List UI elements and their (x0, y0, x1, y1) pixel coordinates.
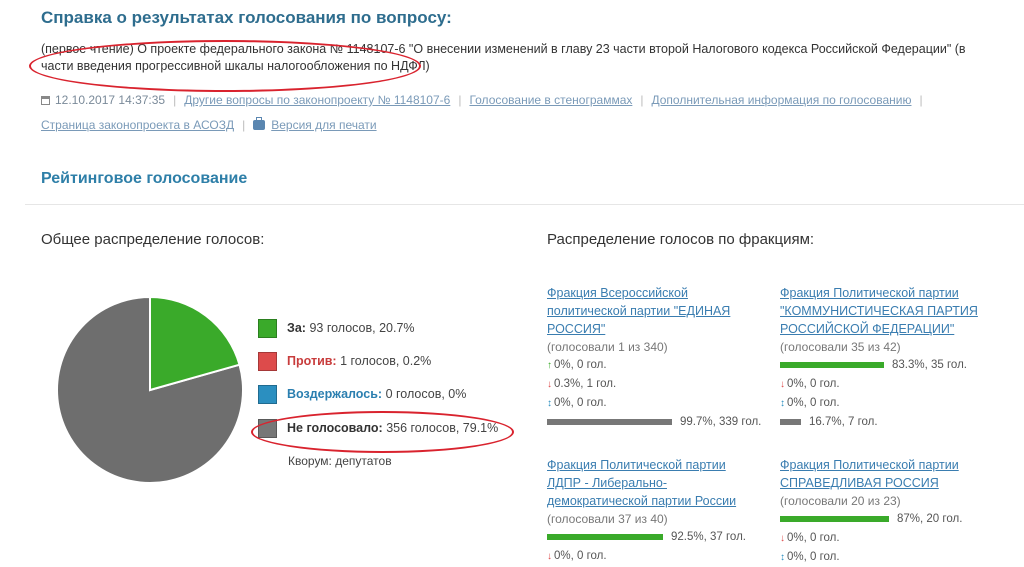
faction-voted-count: (голосовали 37 из 40) (547, 512, 668, 526)
faction-stat-arrow-icon: ↕ (780, 398, 785, 409)
faction-stat-row: 99.7%, 339 гол. (547, 413, 762, 432)
faction-stat-bar (780, 418, 801, 425)
faction-block: Фракция Политической партии "КОММУНИСТИЧ… (780, 284, 995, 432)
faction-stat-row: 16.7%, 7 гол. (780, 413, 995, 432)
faction-block: Фракция Политической партии СПРАВЕДЛИВАЯ… (780, 456, 995, 567)
faction-stat-row: 92.5%, 37 гол. (547, 528, 762, 547)
legend-item: Воздержалось: 0 голосов, 0% (258, 384, 467, 405)
faction-stat-text: 0%, 0 гол. (787, 378, 840, 390)
overall-pie-chart (56, 295, 244, 484)
faction-link[interactable]: Фракция Политической партии ЛДПР - Либер… (547, 456, 762, 510)
faction-stat-row: ↓ 0%, 0 гол. (780, 529, 995, 548)
legend-value: 0 голосов, 0% (385, 387, 467, 401)
faction-stat-row: 87%, 20 гол. (780, 510, 995, 529)
faction-stat-text: 0%, 0 гол. (787, 551, 840, 563)
faction-stat-bar (547, 418, 672, 425)
faction-link[interactable]: Фракция Всероссийской политической парти… (547, 284, 762, 338)
faction-stat-text: 0%, 0 гол. (554, 550, 607, 562)
print-version-link[interactable]: Версия для печати (271, 118, 376, 132)
rating-heading: Рейтинговое голосование (41, 170, 248, 187)
calendar-icon (41, 96, 50, 105)
legend-item: За: 93 голосов, 20.7% (258, 318, 415, 339)
faction-link[interactable]: Фракция Политической партии "КОММУНИСТИЧ… (780, 284, 995, 338)
faction-stat-text: 0.3%, 1 гол. (554, 378, 617, 390)
faction-stat-row: 83.3%, 35 гол. (780, 356, 995, 375)
legend-item: Против: 1 голосов, 0.2% (258, 351, 432, 372)
faction-voted-count: (голосовали 20 из 23) (780, 494, 901, 508)
faction-stat-row: ↕ 0%, 0 гол. (780, 394, 995, 413)
faction-stat-bar (780, 361, 884, 368)
divider (25, 204, 1024, 205)
faction-stat-row: ↕ 0%, 0 гол. (547, 394, 762, 413)
faction-block: Фракция Всероссийской политической парти… (547, 284, 762, 432)
transcripts-link[interactable]: Голосование в стенограммах (469, 93, 632, 107)
quorum-text: Кворум: депутатов (288, 454, 392, 468)
faction-link[interactable]: Фракция Политической партии СПРАВЕДЛИВАЯ… (780, 456, 995, 492)
faction-stat-arrow-icon: ↓ (780, 379, 785, 390)
faction-stat-arrow-icon: ↕ (780, 552, 785, 563)
faction-stat-text: 0%, 0 гол. (554, 397, 607, 409)
faction-stat-text: 83.3%, 35 гол. (892, 359, 967, 371)
faction-stat-text: 99.7%, 339 гол. (680, 416, 762, 428)
faction-stat-text: 0%, 0 гол. (787, 397, 840, 409)
faction-stat-row: ↓ 0%, 0 гол. (547, 547, 762, 566)
vote-datetime: 12.10.2017 14:37:35 (55, 93, 166, 107)
faction-stat-text: 0%, 0 гол. (554, 359, 607, 371)
legend-value: 1 голосов, 0.2% (340, 354, 432, 368)
faction-stat-row: ↓ 0.3%, 1 гол. (547, 375, 762, 394)
faction-stat-arrow-icon: ↓ (547, 551, 552, 562)
faction-stat-arrow-icon: ↓ (780, 533, 785, 544)
factions-heading: Распределение голосов по фракциям: (547, 231, 815, 248)
faction-stat-text: 92.5%, 37 гол. (671, 531, 746, 543)
legend-swatch (258, 352, 277, 372)
legend-label: Против: (287, 354, 337, 368)
faction-voted-count: (голосовали 35 из 42) (780, 340, 901, 354)
faction-voted-count: (голосовали 1 из 340) (547, 340, 668, 354)
legend-swatch (258, 319, 277, 339)
faction-block: Фракция Политической партии ЛДПР - Либер… (547, 456, 762, 566)
faction-stat-text: 87%, 20 гол. (897, 513, 963, 525)
asozd-link[interactable]: Страница законопроекта в АСОЗД (41, 118, 234, 132)
meta-links-row-1: 12.10.2017 14:37:35 | Другие вопросы по за… (41, 93, 931, 107)
faction-stat-row: ↕ 0%, 0 гол. (780, 548, 995, 567)
page-title: Справка о результатах голосования по воп… (41, 8, 452, 27)
faction-stat-arrow-icon: ↑ (547, 360, 552, 371)
faction-stat-bar (780, 515, 889, 522)
legend-label: Воздержалось: (287, 387, 383, 401)
not-voted-highlight-oval (251, 411, 514, 453)
description-highlight-oval (29, 40, 421, 92)
faction-stat-row: ↓ 0%, 0 гол. (780, 375, 995, 394)
legend-value: 93 голосов, 20.7% (309, 321, 415, 335)
other-questions-link[interactable]: Другие вопросы по законопроекту № 114810… (184, 93, 450, 107)
faction-stat-arrow-icon: ↕ (547, 398, 552, 409)
legend-label: За: (287, 321, 306, 335)
additional-info-link[interactable]: Дополнительная информация по голосованию (652, 93, 912, 107)
faction-stat-arrow-icon: ↓ (547, 379, 552, 390)
faction-stat-text: 16.7%, 7 гол. (809, 416, 878, 428)
faction-stat-row: ↑ 0%, 0 гол. (547, 356, 762, 375)
legend-swatch (258, 385, 277, 405)
faction-stat-bar (547, 533, 663, 540)
overall-heading: Общее распределение голосов: (41, 231, 265, 248)
faction-stat-text: 0%, 0 гол. (787, 532, 840, 544)
printer-icon (253, 117, 266, 130)
meta-links-row-2: Страница законопроекта в АСОЗД | Версия дл… (41, 117, 377, 132)
